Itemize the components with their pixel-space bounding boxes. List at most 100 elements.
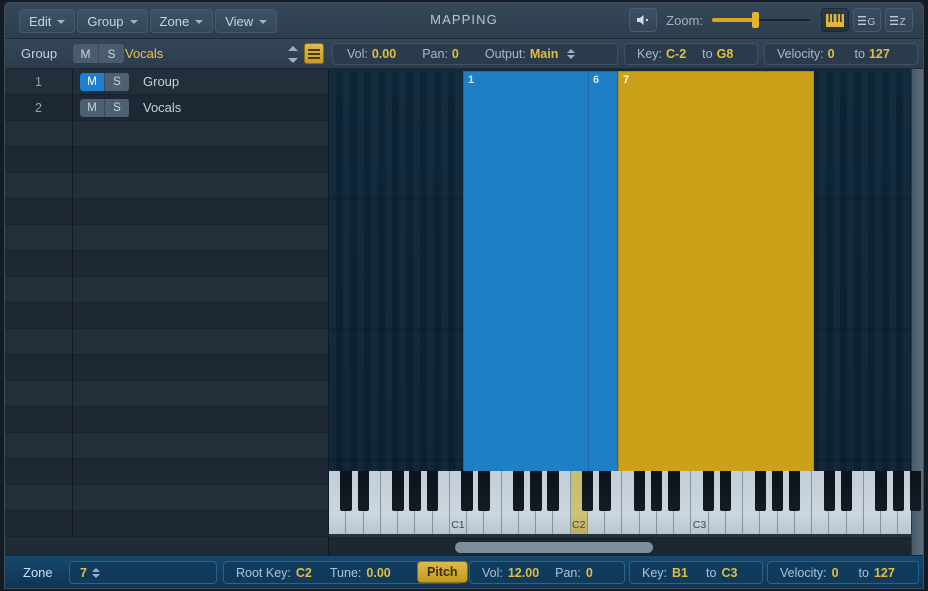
piano-black-key[interactable] [893,471,904,511]
zone-number-field[interactable]: 7 [69,561,217,584]
piano-black-key[interactable] [582,471,593,511]
zone-velocity-low-field[interactable]: Velocity: 0 [780,566,839,580]
empty-list-row[interactable] [5,485,328,511]
group-output-field[interactable]: Output: Main [485,47,575,61]
table-row[interactable]: 2 M S Vocals [5,95,328,121]
piano-black-key[interactable] [478,471,489,511]
group-velocity-range-pill[interactable]: Velocity: 0 to 127 [764,43,918,65]
group-key-low-field[interactable]: Key: C-2 [637,47,686,61]
empty-list-row[interactable] [5,199,328,225]
piano-black-key[interactable] [875,471,886,511]
piano-black-key[interactable] [358,471,369,511]
piano-black-key[interactable] [651,471,662,511]
zone-number-stepper-icon[interactable] [92,568,100,578]
empty-list-row[interactable] [5,251,328,277]
zone-region[interactable]: 1 [463,71,589,476]
zone-vol-field[interactable]: Vol: 12.00 [482,566,539,580]
table-row[interactable]: 1 M S Group [5,69,328,95]
zone-key-label: Key: [642,566,667,580]
group-key-range-pill[interactable]: Key: C-2 to G8 [624,43,758,65]
piano-black-key[interactable] [772,471,783,511]
zone-velocity-high-field[interactable]: to 127 [859,566,895,580]
row-mute-button[interactable]: M [80,73,105,91]
group-list-panel[interactable]: 1 M S Group 2 M S Vocals [5,69,329,555]
empty-list-row[interactable] [5,459,328,485]
empty-list-row[interactable] [5,381,328,407]
piano-black-key[interactable] [427,471,438,511]
zone-tune-label: Tune: [330,566,362,580]
zone-key-low-field[interactable]: Key: B1 [642,566,688,580]
group-mute-solo: M S [73,44,124,63]
row-name[interactable]: Vocals [143,100,181,115]
group-menu-hamburger-icon[interactable] [304,43,324,64]
group-velocity-high-field[interactable]: to 127 [855,47,890,61]
group-mute-button[interactable]: M [73,44,99,63]
pitch-toggle-button[interactable]: Pitch [417,561,468,583]
group-pan-field[interactable]: Pan: 0 [422,47,459,61]
empty-list-row[interactable] [5,355,328,381]
piano-black-key[interactable] [755,471,766,511]
stepper-down-icon [567,55,575,59]
piano-black-key[interactable] [392,471,403,511]
horizontal-scrollbar-thumb[interactable] [455,542,653,553]
empty-list-row[interactable] [5,303,328,329]
piano-black-key[interactable] [530,471,541,511]
row-number [5,355,73,380]
row-solo-button[interactable]: S [105,73,129,91]
zone-bar: Zone 7 Root Key: C2 Tune: 0.00 Pitch [5,555,923,588]
horizontal-scrollbar[interactable] [329,538,911,555]
zone-region[interactable]: 7 [618,71,814,476]
zoom-slider-knob[interactable] [752,12,759,28]
view-zone-list-button[interactable]: Z [885,8,913,32]
piano-black-key[interactable] [910,471,921,511]
group-stepper-icon[interactable] [287,46,298,63]
row-mute-button[interactable]: M [80,99,105,117]
piano-black-key[interactable] [340,471,351,511]
zone-region[interactable]: 6 [588,71,618,476]
empty-list-row[interactable] [5,147,328,173]
view-group-list-button[interactable]: G [853,8,881,32]
piano-black-key[interactable] [789,471,800,511]
empty-list-row[interactable] [5,433,328,459]
group-velocity-low-field[interactable]: Velocity: 0 [777,47,835,61]
group-name[interactable]: Vocals [125,46,163,61]
piano-black-key[interactable] [720,471,731,511]
zone-pan-field[interactable]: Pan: 0 [555,566,593,580]
row-number [5,433,73,458]
piano-black-key[interactable] [409,471,420,511]
row-solo-button[interactable]: S [105,99,129,117]
piano-black-key[interactable] [547,471,558,511]
piano-black-key[interactable] [703,471,714,511]
empty-list-row[interactable] [5,277,328,303]
piano-black-key[interactable] [634,471,645,511]
piano-keyboard[interactable]: C1C2C3 [329,471,923,539]
empty-row-area[interactable] [5,121,328,537]
zone-root-key-field[interactable]: Root Key: C2 [236,566,312,580]
group-vol-field[interactable]: Vol: 0.00 [347,47,396,61]
zoom-slider[interactable] [712,11,810,29]
piano-black-key[interactable] [841,471,852,511]
empty-list-row[interactable] [5,173,328,199]
piano-black-key[interactable] [599,471,610,511]
zone-volume-pan-pill: Vol: 12.00 Pan: 0 [469,561,625,584]
piano-black-key[interactable] [461,471,472,511]
zone-key-high-field[interactable]: to C3 [706,566,737,580]
group-output-stepper-icon[interactable] [567,49,575,59]
empty-list-row[interactable] [5,329,328,355]
piano-black-key[interactable] [824,471,835,511]
group-solo-button[interactable]: S [99,44,124,63]
row-name[interactable]: Group [143,74,179,89]
group-key-high-field[interactable]: to G8 [702,47,733,61]
empty-list-row[interactable] [5,121,328,147]
zone-tune-field[interactable]: Tune: 0.00 [330,566,391,580]
zone-key-low-value: B1 [672,566,688,580]
piano-black-key[interactable] [513,471,524,511]
empty-list-row[interactable] [5,511,328,537]
speaker-icon[interactable] [629,8,657,32]
empty-list-row[interactable] [5,225,328,251]
view-keyboard-button[interactable] [821,8,849,32]
piano-black-key[interactable] [668,471,679,511]
empty-list-row[interactable] [5,407,328,433]
piano-key-label: C2 [571,519,587,531]
zone-vol-label: Vol: [482,566,503,580]
